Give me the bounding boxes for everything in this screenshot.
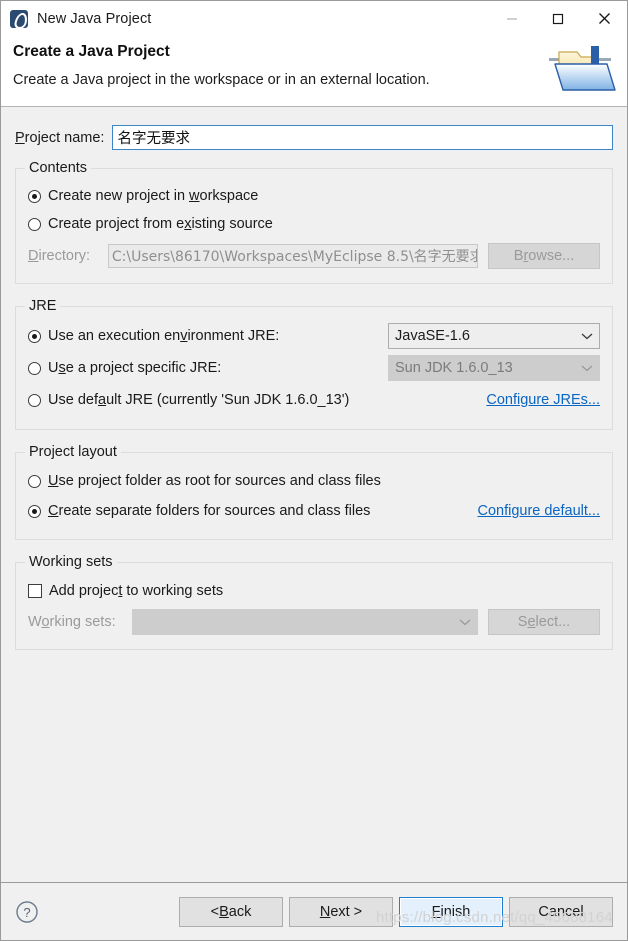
combo-value: Sun JDK 1.6.0_13 xyxy=(395,360,513,376)
combo-value: JavaSE-1.6 xyxy=(395,328,470,344)
contents-group: Contents Create new project in workspace… xyxy=(15,160,613,284)
title-bar: New Java Project xyxy=(1,1,627,36)
configure-default-link[interactable]: Configure default... xyxy=(477,503,600,519)
finish-button[interactable]: Finish xyxy=(399,896,503,927)
checkbox-indicator xyxy=(28,584,42,598)
new-java-project-dialog: New Java Project Create a Java Project C… xyxy=(0,0,628,941)
select-working-sets-button[interactable]: Se lect... xyxy=(488,609,600,635)
next-button[interactable]: Next > xyxy=(289,896,393,927)
directory-row: Directory: C:\Users\86170\Workspaces\MyE… xyxy=(28,243,600,269)
chevron-down-icon xyxy=(459,614,471,630)
radio-label: Use default JRE (currently 'Sun JDK 1.6.… xyxy=(48,392,350,408)
dialog-header: Create a Java Project Create a Java proj… xyxy=(1,36,627,107)
jre-group: JRE Use an execution environment JRE: Ja… xyxy=(15,298,613,430)
radio-create-from-existing-source[interactable]: Create project from existing source xyxy=(28,211,600,237)
close-icon[interactable] xyxy=(581,1,627,36)
project-name-row: PProject name:roject name: 名字无要求 xyxy=(15,125,613,150)
radio-indicator xyxy=(28,329,41,343)
jre-group-title: JRE xyxy=(25,298,61,314)
radio-execution-environment-jre[interactable]: Use an execution environment JRE: JavaSE… xyxy=(28,321,600,351)
dialog-footer: ? < Back Next > Finish Cancel xyxy=(1,882,627,940)
working-sets-row: Working sets: Se lect... xyxy=(28,609,600,635)
radio-create-new-in-workspace[interactable]: Create new project in workspace xyxy=(28,183,600,209)
radio-indicator xyxy=(28,217,41,231)
radio-label: Create project from existing source xyxy=(48,216,273,232)
window-title: New Java Project xyxy=(37,10,152,27)
eclipse-java-icon xyxy=(10,9,28,28)
radio-default-jre[interactable]: Use default JRE (currently 'Sun JDK 1.6.… xyxy=(28,385,600,415)
page-subtitle: Create a Java project in the workspace o… xyxy=(13,72,430,88)
radio-use-project-folder-as-root[interactable]: Use project folder as root for sources a… xyxy=(28,467,600,495)
chevron-down-icon xyxy=(581,360,593,376)
project-layout-group-title: Project layout xyxy=(25,444,121,460)
checkbox-add-project-to-working-sets[interactable]: Add project to working sets xyxy=(28,577,600,605)
project-specific-jre-combo[interactable]: Sun JDK 1.6.0_13 xyxy=(388,355,600,381)
project-name-label: PProject name:roject name: xyxy=(15,129,105,146)
radio-indicator xyxy=(28,361,41,375)
checkbox-label: Add project to working sets xyxy=(49,583,224,599)
chevron-down-icon xyxy=(581,328,593,344)
radio-label: Create separate folders for sources and … xyxy=(48,503,371,519)
radio-indicator xyxy=(28,393,41,407)
dialog-body: PProject name:roject name: 名字无要求 Content… xyxy=(1,107,627,882)
working-sets-label: Working sets: xyxy=(28,614,116,630)
browse-button[interactable]: Br owse... xyxy=(488,243,600,269)
contents-group-title: Contents xyxy=(25,160,92,176)
directory-input[interactable]: C:\Users\86170\Workspaces\MyEclipse 8.5\… xyxy=(107,244,478,268)
working-sets-group-title: Working sets xyxy=(25,554,117,570)
page-title: Create a Java Project xyxy=(13,43,170,60)
radio-indicator xyxy=(28,474,41,488)
minimize-icon[interactable] xyxy=(489,1,535,36)
working-sets-combo[interactable] xyxy=(132,609,478,635)
configure-jres-link[interactable]: Configure JREs... xyxy=(486,392,600,408)
footer-buttons: < Back Next > Finish Cancel xyxy=(179,896,613,927)
project-name-input[interactable]: 名字无要求 xyxy=(112,125,613,150)
radio-label: Use a project specific JRE: xyxy=(48,360,222,376)
execution-environment-combo[interactable]: JavaSE-1.6 xyxy=(388,323,600,349)
directory-label: Directory: xyxy=(28,248,91,264)
radio-label: Use project folder as root for sources a… xyxy=(48,473,381,489)
help-icon[interactable]: ? xyxy=(15,900,39,924)
cancel-button[interactable]: Cancel xyxy=(509,896,613,927)
working-sets-group: Working sets Add project to working sets… xyxy=(15,554,613,650)
java-folder-icon xyxy=(545,40,619,104)
radio-label: Use an execution environment JRE: xyxy=(48,328,280,344)
radio-create-separate-folders[interactable]: Create separate folders for sources and … xyxy=(28,497,600,525)
back-button[interactable]: < Back xyxy=(179,896,283,927)
radio-indicator xyxy=(28,189,41,203)
maximize-icon[interactable] xyxy=(535,1,581,36)
svg-text:?: ? xyxy=(23,905,30,920)
window-controls xyxy=(489,1,627,36)
radio-label: Create new project in workspace xyxy=(48,188,259,204)
project-layout-group: Project layout Use project folder as roo… xyxy=(15,444,613,540)
radio-indicator xyxy=(28,504,41,518)
radio-project-specific-jre[interactable]: Use a project specific JRE: Sun JDK 1.6.… xyxy=(28,353,600,383)
